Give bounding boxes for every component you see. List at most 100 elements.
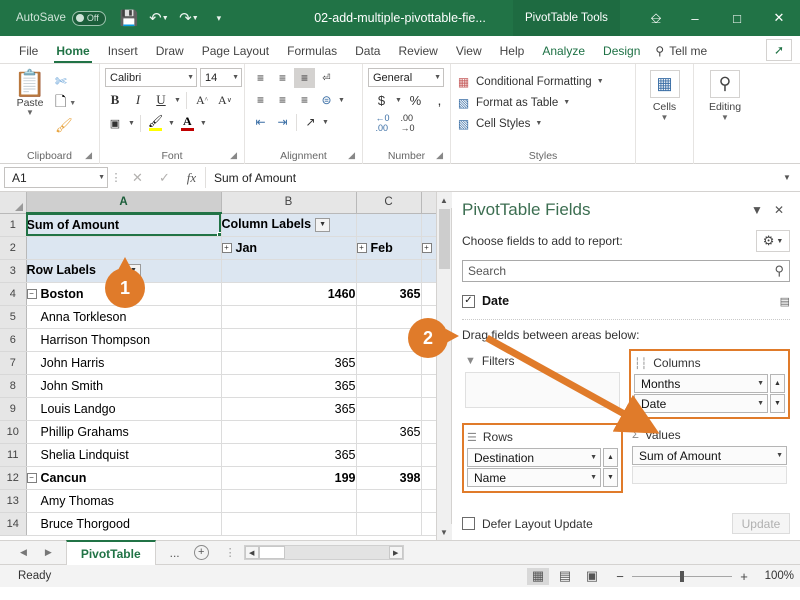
cell-styles-button[interactable]: ▧ Cell Styles ▼ xyxy=(456,113,542,134)
orientation-chevron-down-icon[interactable]: ▼ xyxy=(322,119,329,126)
cell-d13[interactable] xyxy=(421,489,438,513)
formula-input[interactable]: Sum of Amount xyxy=(205,167,778,188)
normal-view-icon[interactable]: ▦ xyxy=(527,567,549,585)
cell-a9[interactable]: Louis Landgo xyxy=(26,397,222,421)
paste-button[interactable]: 📋 Paste ▼ xyxy=(5,68,55,117)
cell-d11[interactable] xyxy=(421,443,438,467)
panel-menu-icon[interactable]: ▼ xyxy=(746,200,768,220)
chevron-down-icon[interactable]: ▼ xyxy=(776,452,783,459)
conditional-formatting-button[interactable]: ▦ Conditional Formatting ▼ xyxy=(456,71,604,92)
undo-icon[interactable]: ↶ ▼ xyxy=(144,3,174,33)
ribbon-display-options-icon[interactable]: ⎒ xyxy=(638,0,674,36)
align-center-icon[interactable]: ≡ xyxy=(272,90,293,110)
select-all-corner[interactable] xyxy=(0,192,27,214)
align-middle-icon[interactable]: ≡ xyxy=(272,68,293,88)
chevron-down-icon[interactable]: ▼ xyxy=(661,113,669,122)
zoom-slider-thumb[interactable] xyxy=(680,570,684,582)
chevron-down-icon[interactable]: ▼ xyxy=(757,380,764,387)
cut-button[interactable]: ✄ xyxy=(55,71,76,91)
cell-b8[interactable]: 365 xyxy=(221,374,357,398)
zoom-out-button[interactable]: − xyxy=(615,569,625,584)
maximize-icon[interactable]: □ xyxy=(716,0,758,36)
cell-b1[interactable]: Column Labels ▼ xyxy=(221,213,357,237)
close-icon[interactable]: ✕ xyxy=(768,200,790,220)
next-sheet-icon[interactable]: ▶ xyxy=(45,547,52,558)
autosave-switch[interactable]: Off xyxy=(71,10,106,26)
tell-me-box[interactable]: ⚲ Tell me xyxy=(655,44,707,63)
fill-color-chevron-down-icon[interactable]: ▼ xyxy=(168,120,175,127)
shrink-font-icon[interactable]: A ∨ xyxy=(215,90,235,110)
scroll-up-icon[interactable]: ▲ xyxy=(436,192,452,208)
close-icon[interactable]: ✕ xyxy=(758,0,800,36)
insert-function-icon[interactable]: fx xyxy=(178,167,205,189)
font-name-combo[interactable]: Calibri ▼ xyxy=(105,68,197,87)
cell-b4[interactable]: 1460 xyxy=(221,282,357,306)
page-break-view-icon[interactable]: ▣ xyxy=(581,568,603,585)
cell-c14[interactable] xyxy=(356,512,422,536)
cell-c2[interactable]: + Feb xyxy=(356,236,422,260)
scroll-left-icon[interactable]: ◀ xyxy=(244,546,259,559)
comma-style-icon[interactable]: , xyxy=(429,90,450,110)
column-header-a[interactable]: A xyxy=(26,192,222,214)
tab-draw[interactable]: Draw xyxy=(147,42,193,63)
cell-a14[interactable]: Bruce Thorgood xyxy=(26,512,222,536)
cell-b13[interactable] xyxy=(221,489,357,513)
decrease-decimal-icon[interactable]: .00 →0 xyxy=(397,113,418,133)
chevron-down-icon[interactable]: ▼ xyxy=(721,113,729,122)
chevron-down-icon[interactable]: ▼ xyxy=(757,400,764,407)
columns-move-down-icon[interactable]: ▼ xyxy=(770,394,785,413)
row-header[interactable]: 5 xyxy=(0,305,27,329)
cell-d1[interactable] xyxy=(421,213,438,237)
tab-design[interactable]: Design xyxy=(594,42,649,63)
cell-c9[interactable] xyxy=(356,397,422,421)
defer-layout-update-checkbox[interactable] xyxy=(462,517,475,530)
column-header-b[interactable]: B xyxy=(221,192,357,214)
grid-vertical-scrollbar[interactable]: ▲ ▼ xyxy=(436,192,452,540)
copy-button[interactable]: 🗋 ▼ xyxy=(55,93,76,113)
minimize-icon[interactable]: – xyxy=(674,0,716,36)
percent-icon[interactable]: % xyxy=(405,90,426,110)
cell-a2[interactable] xyxy=(26,236,222,260)
collapse-minus-icon[interactable]: − xyxy=(26,289,37,300)
name-box[interactable]: A1 ▼ xyxy=(4,167,108,188)
cell-b10[interactable] xyxy=(221,420,357,444)
row-header[interactable]: 7 xyxy=(0,351,27,375)
date-field-checkbox[interactable]: ✓ xyxy=(462,294,475,308)
zoom-level-label[interactable]: 100% xyxy=(756,570,794,582)
defer-layout-update-row[interactable]: Defer Layout Update xyxy=(462,517,732,531)
cell-b14[interactable] xyxy=(221,512,357,536)
expand-plus-icon[interactable]: + xyxy=(421,243,432,254)
values-field-sum-of-amount[interactable]: Sum of Amount ▼ xyxy=(632,446,787,465)
scroll-down-icon[interactable]: ▼ xyxy=(436,524,452,540)
row-header[interactable]: 9 xyxy=(0,397,27,421)
row-header[interactable]: 6 xyxy=(0,328,27,352)
horizontal-scrollbar[interactable]: ◀ ▶ xyxy=(243,545,404,560)
editing-button[interactable]: ⚲ Editing ▼ xyxy=(702,68,748,122)
number-format-combo[interactable]: General ▼ xyxy=(368,68,444,87)
previous-sheet-icon[interactable]: ◀ xyxy=(20,547,27,558)
columns-field-months[interactable]: Months ▼ xyxy=(634,374,768,393)
currency-chevron-down-icon[interactable]: ▼ xyxy=(395,97,402,104)
rows-move-down-icon[interactable]: ▼ xyxy=(603,468,618,487)
row-header[interactable]: 13 xyxy=(0,489,27,513)
font-color-chevron-down-icon[interactable]: ▼ xyxy=(200,120,207,127)
zoom-slider[interactable] xyxy=(632,570,732,582)
cell-c11[interactable] xyxy=(356,443,422,467)
align-top-icon[interactable]: ≡ xyxy=(250,68,271,88)
cell-b6[interactable] xyxy=(221,328,357,352)
row-header[interactable]: 3 xyxy=(0,259,27,283)
expand-plus-icon[interactable]: + xyxy=(221,243,232,254)
cell-a8[interactable]: John Smith xyxy=(26,374,222,398)
area-values[interactable]: Σ Values Sum of Amount ▼ xyxy=(629,423,790,493)
field-list-item-date[interactable]: ✓ Date ▤ xyxy=(462,291,790,311)
fill-color-button[interactable]: 🖌 xyxy=(146,113,165,133)
row-header[interactable]: 2 xyxy=(0,236,27,260)
merge-chevron-down-icon[interactable]: ▼ xyxy=(338,97,345,104)
columns-field-date[interactable]: Date ▼ xyxy=(634,394,768,413)
row-header[interactable]: 12 xyxy=(0,466,27,490)
autosave-toggle[interactable]: AutoSave Off xyxy=(16,10,106,26)
cell-b7[interactable]: 365 xyxy=(221,351,357,375)
redo-icon[interactable]: ↷ ▼ xyxy=(174,3,204,33)
cell-d14[interactable] xyxy=(421,512,438,536)
clipboard-dialog-launcher[interactable]: ◢ xyxy=(85,147,92,163)
